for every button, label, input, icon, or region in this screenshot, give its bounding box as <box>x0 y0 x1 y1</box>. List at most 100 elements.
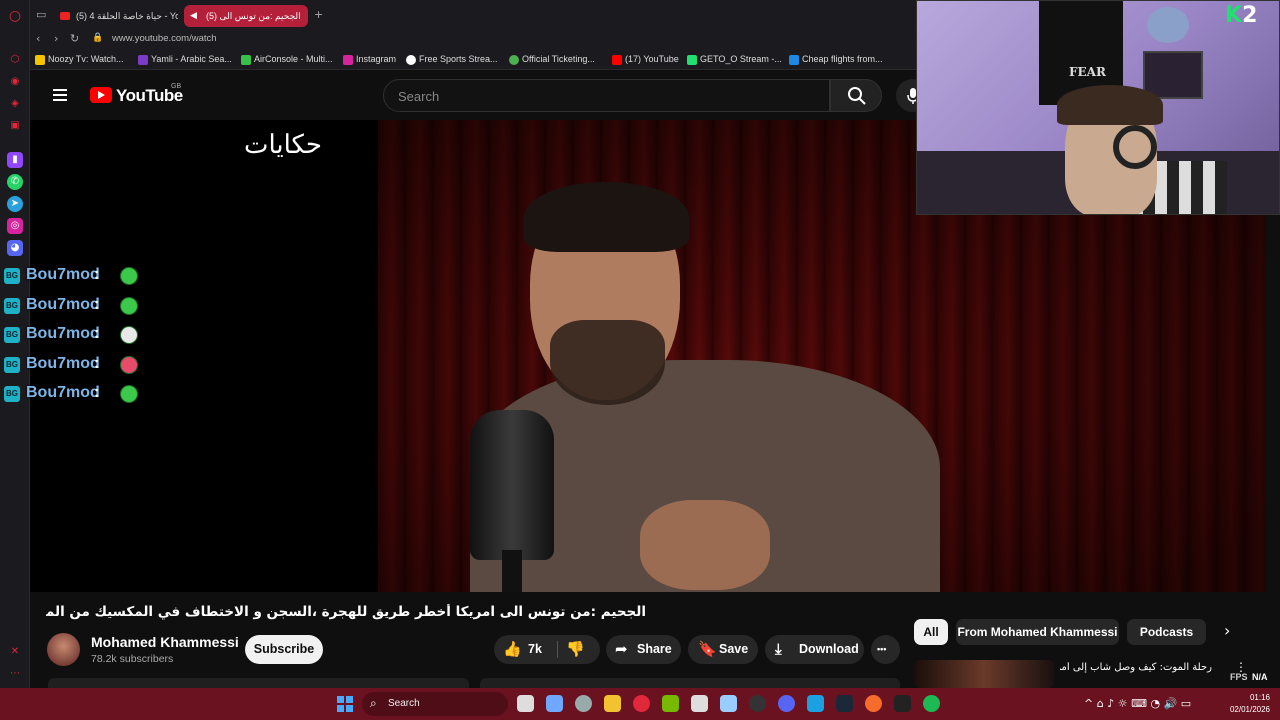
bookmark-favicon-icon <box>687 55 697 65</box>
aria-icon[interactable]: ◉ <box>7 74 23 90</box>
speed-dial-icon[interactable]: ⬡ <box>7 52 23 68</box>
stream-chat-overlay: BG Bou7mod : BG Bou7mod : BG Bou7mod : B… <box>0 266 160 414</box>
search-box <box>383 79 830 112</box>
recommendation-chips: All From Mohamed Khammessi Podcasts › <box>914 619 1266 645</box>
microsoft-store-icon[interactable] <box>691 695 708 712</box>
like-count[interactable]: 7k <box>528 635 542 664</box>
like-divider <box>557 641 558 658</box>
chat-username: Bou7mod <box>26 295 100 313</box>
taskbar-search[interactable]: ⌕ Search <box>362 692 508 716</box>
bookmark-noozy[interactable]: Noozy Tv: Watch... <box>35 54 124 65</box>
forward-icon[interactable]: › <box>54 32 58 45</box>
chip-from-channel[interactable]: From Mohamed Khammessi <box>956 619 1119 645</box>
youtube-favicon-icon <box>60 12 70 20</box>
bookmark-icon: 🔖 <box>698 640 717 658</box>
search-button[interactable] <box>830 79 882 112</box>
discord-taskbar-icon[interactable] <box>778 695 795 712</box>
thumbs-up-icon[interactable]: 👍 <box>503 635 522 664</box>
address-bar: ‹ › ↻ 🔒 www.youtube.com/watch <box>30 30 916 50</box>
emote-icon <box>120 355 138 374</box>
youtube-logo-icon[interactable] <box>90 87 112 103</box>
channel-avatar[interactable] <box>47 633 80 666</box>
whatsapp-icon[interactable]: ✆ <box>7 174 23 190</box>
vpn-icon[interactable] <box>720 695 737 712</box>
share-button[interactable]: ➦ Share <box>606 635 681 664</box>
emote-icon <box>120 326 138 344</box>
opera-logo-icon[interactable]: ○ <box>7 8 23 24</box>
webcam-picture-frame <box>1143 51 1203 99</box>
menu-icon[interactable] <box>53 89 67 101</box>
discord-icon[interactable]: ◕ <box>7 240 23 256</box>
bookmark-official-ticketing[interactable]: Official Ticketing... <box>509 54 595 65</box>
tab-youtube-1[interactable]: (5) حياة خاصة الحلقة 4 - YouTube <box>54 5 178 27</box>
bookmark-yamli[interactable]: Yamli - Arabic Sea... <box>138 54 232 65</box>
video-mic-stand <box>502 550 522 592</box>
download-button[interactable]: ⤓ Download <box>765 635 864 664</box>
app-icon[interactable] <box>807 695 824 712</box>
chat-separator: : <box>94 325 100 342</box>
twitch-icon[interactable]: ▮ <box>7 152 23 168</box>
chevron-right-icon[interactable]: › <box>1224 621 1230 640</box>
bookmark-label: GETO_O Stream -... <box>700 54 782 64</box>
back-icon[interactable]: ‹ <box>36 32 40 45</box>
speaker-icon[interactable]: ◀ <box>190 5 197 27</box>
file-explorer-icon[interactable] <box>604 695 621 712</box>
bookmark-favicon-icon <box>35 55 45 65</box>
origin-icon[interactable] <box>865 695 882 712</box>
tab-youtube-active[interactable]: ◀ (5) الجحيم :من تونس الى <box>184 5 308 27</box>
chat-badge-icon: BG <box>4 297 20 314</box>
url-field[interactable]: www.youtube.com/watch <box>112 33 217 44</box>
more-icon[interactable]: ⋯ <box>7 666 23 682</box>
bookmark-favicon-icon <box>612 55 622 65</box>
bookmark-favicon-icon <box>509 55 519 65</box>
spotify-icon[interactable] <box>923 695 940 712</box>
save-button[interactable]: 🔖 Save <box>688 635 758 664</box>
epic-games-icon[interactable] <box>894 695 911 712</box>
recommendation-title[interactable]: رحلة الموت: كيف وصل شاب إلى أمريكا عبر أ… <box>1060 662 1212 673</box>
steam-icon[interactable] <box>836 695 853 712</box>
bookmark-favicon-icon <box>789 55 799 65</box>
copilot-icon[interactable] <box>546 695 563 712</box>
search-input[interactable] <box>398 87 798 105</box>
recommendation-thumbnail[interactable] <box>914 660 1054 688</box>
bookmark-instagram[interactable]: Instagram <box>343 54 396 65</box>
instagram-icon[interactable]: ◎ <box>7 218 23 234</box>
clock-date[interactable]: 02/01/2026 <box>1224 705 1270 714</box>
logo-n: 2 <box>1242 3 1258 28</box>
bookmark-geto[interactable]: GETO_O Stream -... <box>687 54 782 65</box>
new-tab-button[interactable]: + <box>314 8 323 21</box>
comments-box[interactable] <box>480 678 900 688</box>
tab-menu-icon[interactable]: ▭ <box>36 8 46 21</box>
telegram-icon[interactable]: ➤ <box>7 196 23 212</box>
mail-icon[interactable]: ▣ <box>7 118 23 134</box>
webcam-poster-text: FEAR <box>1069 65 1106 79</box>
windows-start-icon[interactable] <box>337 696 353 712</box>
settings-icon[interactable]: ✕ <box>7 644 23 660</box>
search-icon <box>848 87 866 105</box>
chip-all[interactable]: All <box>914 619 948 645</box>
channel-name[interactable]: Mohamed Khammessi <box>91 634 239 650</box>
chat-badge-icon: BG <box>4 356 20 373</box>
chat-username: Bou7mod <box>26 354 100 372</box>
bookmark-cheap-flights[interactable]: Cheap flights from... <box>789 54 883 65</box>
taskbar: ⌕ Search ^ ⌂ ♪ ☼ ⌨ ◔ 🔊 ▭ 01:16 02/01/202… <box>0 688 1280 720</box>
bookmark-airconsole[interactable]: AirConsole - Multi... <box>241 54 333 65</box>
chip-podcasts[interactable]: Podcasts <box>1127 619 1206 645</box>
bookmark-youtube[interactable]: (17) YouTube <box>612 54 679 65</box>
more-actions-button[interactable]: ••• <box>871 635 900 664</box>
subscribe-button[interactable]: Subscribe <box>245 635 323 664</box>
clock-time[interactable]: 01:16 <box>1240 693 1270 702</box>
obs-icon[interactable] <box>749 695 766 712</box>
opera-browser-icon[interactable] <box>633 695 650 712</box>
messenger-icon[interactable]: ◈ <box>7 96 23 112</box>
tab-label: (5) حياة خاصة الحلقة 4 - YouTube <box>76 11 178 21</box>
thumbs-down-icon[interactable]: 👎 <box>566 635 585 664</box>
settings-gear-icon[interactable] <box>575 695 592 712</box>
nvidia-icon[interactable] <box>662 695 679 712</box>
bookmark-free-sports[interactable]: Free Sports Strea... <box>406 54 498 65</box>
description-box[interactable] <box>48 678 469 688</box>
system-tray[interactable]: ^ ⌂ ♪ ☼ ⌨ ◔ 🔊 ▭ <box>1084 697 1191 710</box>
subscriber-count: 78.2k subscribers <box>91 653 174 665</box>
task-view-icon[interactable] <box>517 695 534 712</box>
reload-icon[interactable]: ↻ <box>70 32 79 45</box>
